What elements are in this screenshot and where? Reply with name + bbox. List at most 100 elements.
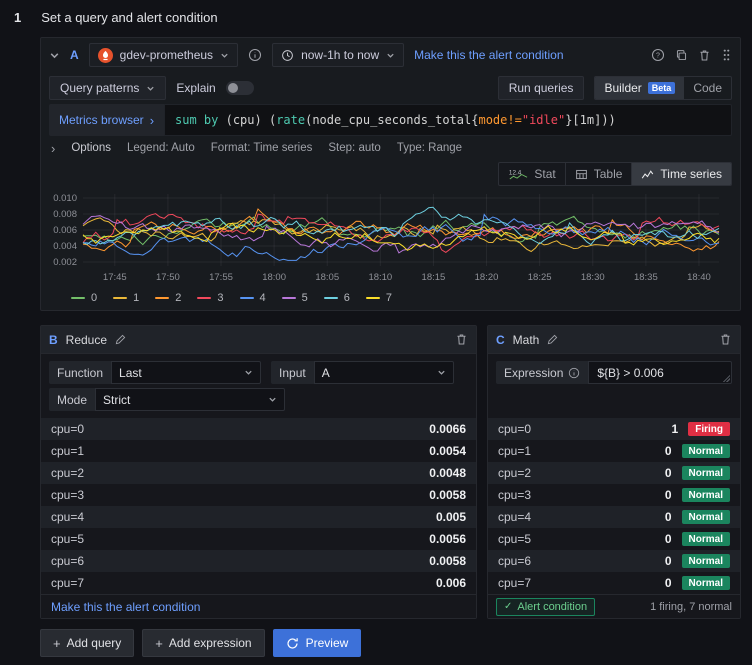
state-summary: 1 firing, 7 normal [650, 601, 732, 613]
math-expression-input[interactable] [588, 361, 732, 384]
table-row: cpu=30Normal [488, 484, 740, 506]
time-range-picker[interactable]: now-1h to now [272, 43, 404, 67]
math-value: 0 [665, 466, 672, 480]
chevron-down-icon [244, 368, 253, 377]
series-key: cpu=1 [498, 444, 531, 458]
series-label: 2 [175, 292, 181, 304]
legend-item[interactable]: 2 [155, 292, 181, 304]
expression-ref-id[interactable]: C [496, 333, 505, 347]
promql-token: sum by [175, 113, 226, 127]
input-field-label: Input [271, 361, 314, 384]
datasource-info-icon[interactable] [248, 48, 262, 62]
svg-text:0.006: 0.006 [53, 225, 77, 236]
svg-text:17:45: 17:45 [103, 272, 127, 283]
chevron-down-icon [146, 84, 155, 93]
reduce-expression-card: B Reduce Function Last [40, 325, 477, 619]
metrics-browser-button[interactable]: Metrics browser › [49, 104, 164, 136]
query-patterns-button[interactable]: Query patterns [49, 76, 166, 100]
chevron-down-icon [220, 51, 229, 60]
math-results-table: cpu=01Firingcpu=10Normalcpu=20Normalcpu=… [488, 418, 740, 594]
legend-item[interactable]: 1 [113, 292, 139, 304]
table-row: cpu=2 0.0048 [41, 462, 476, 484]
table-row: cpu=20Normal [488, 462, 740, 484]
viz-tab-table[interactable]: Table [566, 163, 633, 185]
function-select[interactable]: Last [111, 361, 261, 384]
duplicate-query-icon[interactable] [675, 49, 688, 62]
legend-item[interactable]: 6 [324, 292, 350, 304]
explain-toggle[interactable] [226, 81, 254, 95]
promql-token: "idle" [522, 113, 565, 127]
reduce-make-alert-condition-link[interactable]: Make this the alert condition [51, 600, 200, 614]
expression-type-label: Reduce [66, 333, 107, 347]
series-key: cpu=2 [498, 466, 531, 480]
row-result: 0Normal [665, 554, 730, 568]
legend-item[interactable]: 7 [366, 292, 392, 304]
legend-item[interactable]: 5 [282, 292, 308, 304]
chevron-down-icon [437, 368, 446, 377]
reduced-value: 0.0048 [429, 466, 466, 480]
expression-ref-id[interactable]: B [49, 333, 58, 347]
reduce-panel-body: Function Last Input A [41, 354, 476, 618]
series-key: cpu=0 [498, 422, 531, 436]
edit-name-icon[interactable] [547, 334, 558, 345]
series-color-swatch [197, 297, 211, 299]
promql-query-input[interactable]: sum by (cpu) (rate(node_cpu_seconds_tota… [164, 104, 732, 136]
query-help-icon[interactable]: ? [651, 48, 665, 62]
math-panel-header: C Math [488, 326, 740, 354]
drag-handle-icon[interactable] [721, 48, 732, 62]
query-make-alert-condition-link[interactable]: Make this the alert condition [414, 48, 563, 62]
query-ref-id[interactable]: A [70, 48, 79, 62]
series-key: cpu=2 [51, 466, 84, 480]
svg-text:18:30: 18:30 [581, 272, 605, 283]
explain-label: Explain [176, 81, 215, 95]
viz-tab-time-series[interactable]: Time series [632, 163, 731, 185]
viz-tab-stat[interactable]: 12.4 Stat [499, 163, 565, 185]
table-row: cpu=50Normal [488, 528, 740, 550]
delete-expression-icon[interactable] [455, 333, 468, 346]
math-value: 0 [665, 488, 672, 502]
svg-text:17:50: 17:50 [156, 272, 180, 283]
collapse-chevron-icon[interactable] [49, 50, 60, 61]
series-key: cpu=6 [498, 554, 531, 568]
query-toolbar: Query patterns Explain Run queries Build… [41, 72, 740, 104]
timeseries-icon [641, 168, 654, 181]
add-expression-label: Add expression [169, 636, 252, 650]
remove-query-icon[interactable] [698, 49, 711, 62]
preview-button[interactable]: Preview [273, 629, 362, 657]
series-key: cpu=5 [51, 532, 84, 546]
svg-text:18:05: 18:05 [315, 272, 339, 283]
series-label: 1 [133, 292, 139, 304]
type-meta: Type: Range [397, 142, 462, 154]
table-row: cpu=00.0066 [41, 418, 476, 440]
svg-text:0.002: 0.002 [53, 257, 77, 268]
preview-label: Preview [306, 636, 349, 650]
mode-value: Strict [103, 393, 130, 407]
svg-text:18:20: 18:20 [475, 272, 499, 283]
builder-mode-tab[interactable]: Builder Beta [595, 77, 684, 99]
input-select[interactable]: A [314, 361, 454, 384]
table-row: cpu=30.0058 [41, 484, 476, 506]
svg-text:0.008: 0.008 [53, 209, 77, 220]
edit-name-icon[interactable] [115, 334, 126, 345]
code-mode-tab[interactable]: Code [684, 77, 731, 99]
delete-expression-icon[interactable] [719, 333, 732, 346]
reduced-value: 0.005 [436, 510, 466, 524]
series-color-swatch [155, 297, 169, 299]
legend-item[interactable]: 0 [71, 292, 97, 304]
chevron-down-icon [268, 395, 277, 404]
mode-select[interactable]: Strict [95, 388, 285, 411]
datasource-picker[interactable]: gdev-prometheus [89, 43, 238, 67]
row-result: 0Normal [665, 444, 730, 458]
options-toggle[interactable]: Options [71, 142, 111, 154]
state-badge: Normal [682, 488, 730, 502]
add-expression-button[interactable]: + Add expression [142, 629, 264, 657]
table-row: cpu=70.006 [41, 572, 476, 594]
reduced-value: 0.0054 [429, 444, 466, 458]
chevron-down-icon [386, 51, 395, 60]
legend-item[interactable]: 3 [197, 292, 223, 304]
table-icon [575, 168, 588, 181]
check-icon: ✓ [504, 601, 512, 612]
run-queries-button[interactable]: Run queries [498, 76, 585, 100]
legend-item[interactable]: 4 [240, 292, 266, 304]
add-query-button[interactable]: + Add query [40, 629, 134, 657]
